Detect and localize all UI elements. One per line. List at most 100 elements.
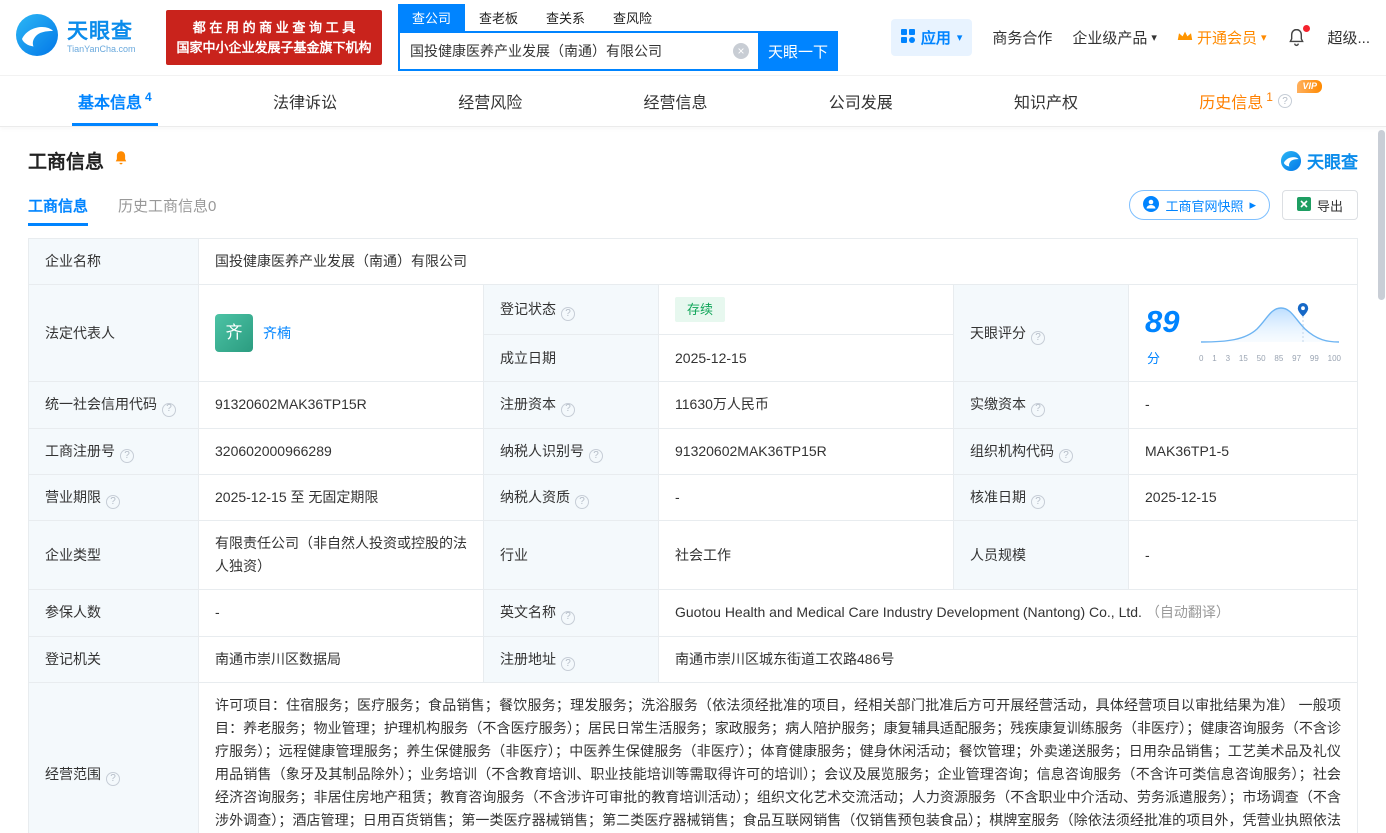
taxpayer-id-label: 纳税人识别号? bbox=[483, 427, 659, 475]
legal-rep-label: 法定代表人 bbox=[28, 284, 199, 383]
insured-count-label: 参保人数 bbox=[28, 589, 199, 637]
page-scrollbar bbox=[1378, 130, 1385, 827]
business-scope-value: 许可项目：住宿服务；医疗服务；食品销售；餐饮服务；理发服务；洗浴服务（依法须经批… bbox=[198, 681, 1358, 833]
export-button[interactable]: 导出 bbox=[1281, 190, 1358, 220]
help-icon[interactable]: ? bbox=[106, 495, 120, 510]
table-row: 企业名称 国投健康医养产业发展（南通）有限公司 bbox=[28, 237, 1358, 286]
establish-date-value: 2025-12-15 bbox=[658, 333, 954, 383]
taxpayer-quality-label: 纳税人资质? bbox=[483, 473, 659, 522]
tab-operation-risk[interactable]: 经营风险 bbox=[452, 76, 528, 126]
clear-search-icon[interactable]: × bbox=[733, 43, 749, 59]
tianyancha-logo[interactable]: 天眼查 TianYanCha.com bbox=[14, 12, 152, 63]
promo-line1: 都 在 用 的 商 业 查 询 工 具 bbox=[192, 20, 356, 35]
score-cell: 89 分 0 1 3 15 50 85 97 99 100 bbox=[1128, 284, 1358, 383]
super-vip-link[interactable]: 超级... bbox=[1327, 27, 1370, 48]
business-scope-label: 经营范围? bbox=[28, 681, 199, 833]
excel-icon bbox=[1296, 196, 1311, 214]
search-button[interactable]: 天眼一下 bbox=[758, 31, 838, 71]
table-row: 法定代表人 齐 齐楠 登记状态? 存续 天眼评分? 89分 0 1 3 15 5… bbox=[28, 284, 1358, 383]
arrow-right-icon: ▸ bbox=[1249, 197, 1256, 212]
paid-capital-label: 实缴资本? bbox=[953, 381, 1129, 429]
apps-grid-icon bbox=[900, 28, 915, 47]
open-vip-link[interactable]: 开通会员 ▾ bbox=[1177, 27, 1267, 48]
taxpayer-id-value: 91320602MAK36TP15R bbox=[658, 427, 954, 475]
approval-date-value: 2025-12-15 bbox=[1128, 473, 1358, 522]
header-right: 应用 ▾ 商务合作 企业级产品 ▾ 开通会员 ▾ 超级... bbox=[890, 19, 1372, 56]
legal-rep-avatar[interactable]: 齐 bbox=[215, 314, 253, 353]
help-icon[interactable]: ? bbox=[162, 402, 176, 417]
chevron-down-icon: ▾ bbox=[1260, 32, 1267, 44]
reg-number-value: 320602000966289 bbox=[198, 427, 484, 475]
help-icon[interactable]: ? bbox=[1031, 495, 1045, 510]
chevron-down-icon: ▾ bbox=[956, 32, 963, 44]
reg-capital-label: 注册资本? bbox=[483, 381, 659, 429]
brand-name: 天眼查 bbox=[67, 20, 133, 43]
scrollbar-thumb[interactable] bbox=[1378, 130, 1385, 300]
help-icon[interactable]: ? bbox=[1031, 402, 1045, 417]
help-icon[interactable]: ? bbox=[575, 495, 589, 510]
notification-dot bbox=[1303, 25, 1311, 32]
help-icon[interactable]: ? bbox=[1059, 448, 1073, 463]
table-row: 经营范围? 许可项目：住宿服务；医疗服务；食品销售；餐饮服务；理发服务；洗浴服务… bbox=[28, 681, 1358, 833]
help-icon[interactable]: ? bbox=[589, 448, 603, 463]
tab-count: 4 bbox=[145, 90, 152, 104]
score-label: 天眼评分? bbox=[953, 284, 1129, 383]
reg-number-label: 工商注册号? bbox=[28, 427, 199, 475]
reg-authority-label: 登记机关 bbox=[28, 635, 199, 683]
auto-translate-note: （自动翻译） bbox=[1145, 604, 1230, 621]
insured-count-value: - bbox=[198, 589, 484, 637]
search-tab-risk[interactable]: 查风险 bbox=[599, 4, 666, 31]
search-block: 查公司 查老板 查关系 查风险 × 天眼一下 bbox=[398, 4, 838, 71]
search-tab-relation[interactable]: 查关系 bbox=[532, 4, 599, 31]
tab-count: 1 bbox=[1266, 90, 1273, 104]
help-icon[interactable]: ? bbox=[1031, 330, 1045, 345]
help-icon[interactable]: ? bbox=[561, 656, 575, 671]
table-row: 登记机关 南通市崇川区数据局 注册地址? 南通市崇川区城东街道工农路486号 bbox=[28, 635, 1358, 683]
establish-date-label: 成立日期 bbox=[483, 333, 659, 383]
help-icon[interactable]: ? bbox=[561, 610, 575, 625]
section-brand-logo: 天眼查 bbox=[1280, 148, 1358, 173]
search-tab-company[interactable]: 查公司 bbox=[398, 4, 466, 31]
apps-menu-button[interactable]: 应用 ▾ bbox=[890, 19, 973, 56]
tab-basic-info[interactable]: 基本信息 4 bbox=[72, 76, 158, 126]
industry-label: 行业 bbox=[483, 520, 659, 591]
alarm-bell-icon[interactable] bbox=[112, 149, 130, 172]
search-tab-boss[interactable]: 查老板 bbox=[465, 4, 532, 31]
help-icon[interactable]: ? bbox=[1277, 94, 1292, 108]
subtab-history-business-info[interactable]: 历史工商信息0 bbox=[118, 195, 216, 226]
reg-address-label: 注册地址? bbox=[483, 635, 659, 683]
approval-date-label: 核准日期? bbox=[953, 473, 1129, 522]
tab-history-info[interactable]: VIP 历史信息 1 ? bbox=[1193, 76, 1322, 126]
tianyancha-logo-icon bbox=[14, 12, 60, 63]
business-term-value: 2025-12-15 至 无固定期限 bbox=[198, 473, 484, 522]
search-tabs: 查公司 查老板 查关系 查风险 bbox=[398, 4, 838, 31]
english-name-label: 英文名称? bbox=[483, 589, 659, 637]
crown-icon bbox=[1177, 29, 1193, 46]
industry-value: 社会工作 bbox=[658, 520, 954, 591]
tab-company-development[interactable]: 公司发展 bbox=[823, 76, 899, 126]
subtab-business-info[interactable]: 工商信息 bbox=[28, 195, 89, 226]
score-unit: 分 bbox=[1147, 351, 1161, 367]
legal-rep-cell: 齐 齐楠 bbox=[198, 284, 484, 383]
notification-bell-icon[interactable] bbox=[1286, 25, 1311, 48]
help-icon[interactable]: ? bbox=[561, 307, 575, 322]
reg-status-cell: 存续 bbox=[658, 284, 954, 335]
table-row: 参保人数 - 英文名称? Guotou Health and Medical C… bbox=[28, 589, 1358, 637]
paid-capital-value: - bbox=[1128, 381, 1358, 429]
promo-banner: 都 在 用 的 商 业 查 询 工 具 国家中小企业发展子基金旗下机构 bbox=[166, 10, 382, 65]
tab-legal-litigation[interactable]: 法律诉讼 bbox=[267, 76, 343, 126]
brand-domain: TianYanCha.com bbox=[67, 44, 136, 55]
help-icon[interactable]: ? bbox=[561, 402, 575, 417]
help-icon[interactable]: ? bbox=[120, 448, 134, 463]
search-input[interactable] bbox=[398, 31, 758, 71]
staff-size-value: - bbox=[1128, 520, 1358, 591]
enterprise-products-link[interactable]: 企业级产品 ▾ bbox=[1072, 27, 1157, 48]
help-icon[interactable]: ? bbox=[106, 772, 120, 787]
legal-rep-name-link[interactable]: 齐楠 bbox=[263, 322, 291, 345]
tab-intellectual-property[interactable]: 知识产权 bbox=[1008, 76, 1084, 126]
official-snapshot-button[interactable]: 工商官网快照 ▸ bbox=[1129, 190, 1270, 220]
score-value: 89 bbox=[1145, 304, 1180, 340]
business-cooperation-link[interactable]: 商务合作 bbox=[992, 27, 1052, 48]
reg-address-value: 南通市崇川区城东街道工农路486号 bbox=[658, 635, 1358, 683]
tab-operation-info[interactable]: 经营信息 bbox=[637, 76, 713, 126]
